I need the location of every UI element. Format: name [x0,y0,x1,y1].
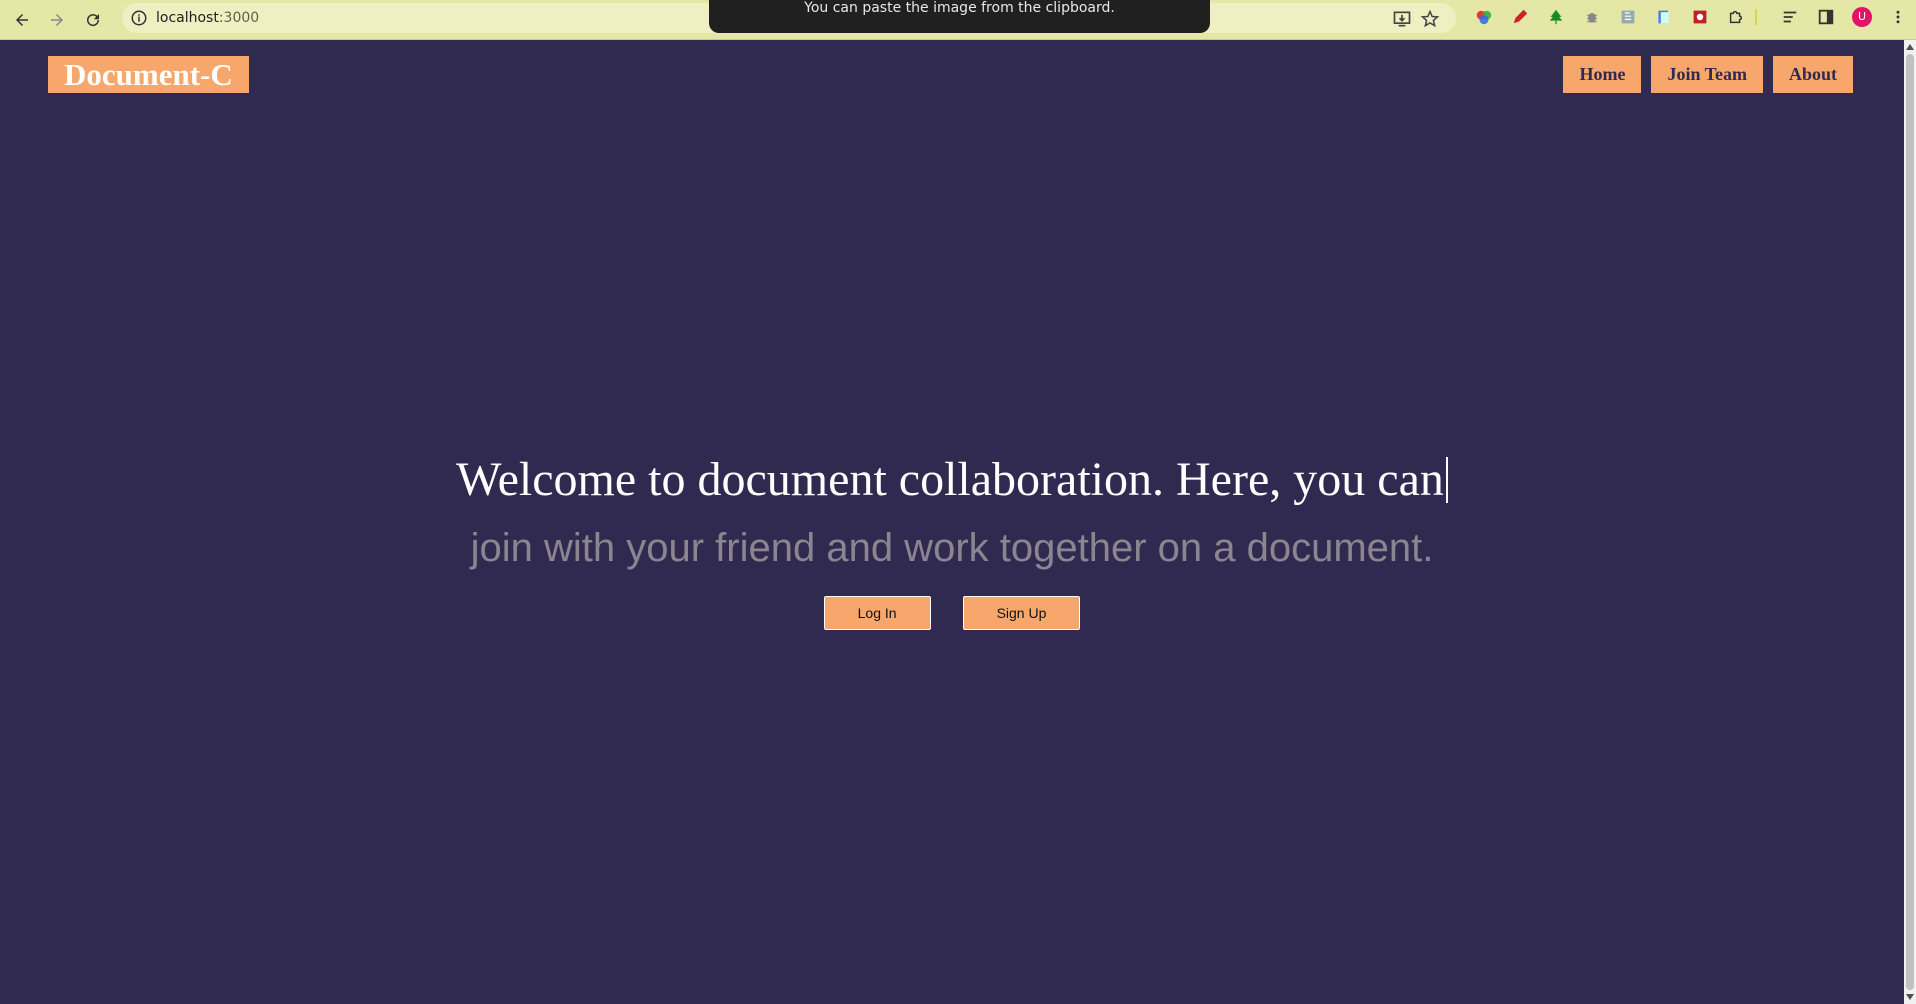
url-port: :3000 [218,10,260,26]
site-info-icon[interactable] [130,9,148,27]
profile-avatar[interactable]: U [1852,7,1872,27]
forward-icon[interactable] [42,5,72,35]
bookmark-star-icon[interactable] [1420,9,1440,29]
tree-extension-icon[interactable] [1546,7,1566,27]
nav-home[interactable]: Home [1563,56,1642,93]
install-app-icon[interactable] [1392,9,1412,29]
site-logo[interactable]: Document-C [48,56,249,93]
toolbar-divider [1754,7,1758,27]
bug-extension-icon[interactable] [1582,7,1602,27]
browser-menu-icon[interactable] [1888,7,1908,27]
extensions-puzzle-icon[interactable] [1726,7,1746,27]
side-panel-icon[interactable] [1816,7,1836,27]
page-scrollbar[interactable] [1904,40,1916,1004]
logo-tail-text: C [210,57,233,92]
pen-extension-icon[interactable] [1510,7,1530,27]
typing-caret [1445,457,1448,503]
top-navigation: Home Join Team About [1563,56,1853,93]
docs-extension-icon[interactable] [1654,7,1674,27]
profile-initial: U [1852,7,1872,27]
hero-actions: Log In Sign Up [0,596,1904,630]
url-text: localhost:3000 [156,10,259,26]
signup-button[interactable]: Sign Up [962,596,1081,630]
browser-toolbar: localhost:3000 You can paste the image f… [0,0,1916,40]
scroll-down-arrow-icon[interactable] [1906,994,1914,1000]
hero-headline: Welcome to document collaboration. Here,… [0,450,1904,510]
clipboard-toast: You can paste the image from the clipboa… [709,0,1210,33]
page-viewport: Document-C Home Join Team About Welcome … [0,40,1904,1004]
logo-main-text: Document- [64,57,211,92]
red-box-extension-icon[interactable] [1690,7,1710,27]
nav-join-team[interactable]: Join Team [1651,56,1763,93]
login-button[interactable]: Log In [823,596,931,630]
hero-headline-text: Welcome to document collaboration. Here,… [456,453,1444,506]
scroll-up-arrow-icon[interactable] [1906,44,1914,50]
nav-about[interactable]: About [1772,56,1853,93]
scroll-thumb[interactable] [1906,54,1914,990]
hero-section: Welcome to document collaboration. Here,… [0,450,1904,630]
url-host: localhost [156,10,219,26]
back-icon[interactable] [7,5,37,35]
hero-subline: join with your friend and work together … [470,526,1434,570]
reload-icon[interactable] [78,5,108,35]
toast-text: You can paste the image from the clipboa… [804,0,1115,16]
reading-list-icon[interactable] [1780,7,1800,27]
color-picker-extension-icon[interactable] [1474,7,1494,27]
reader-extension-icon[interactable] [1618,7,1638,27]
